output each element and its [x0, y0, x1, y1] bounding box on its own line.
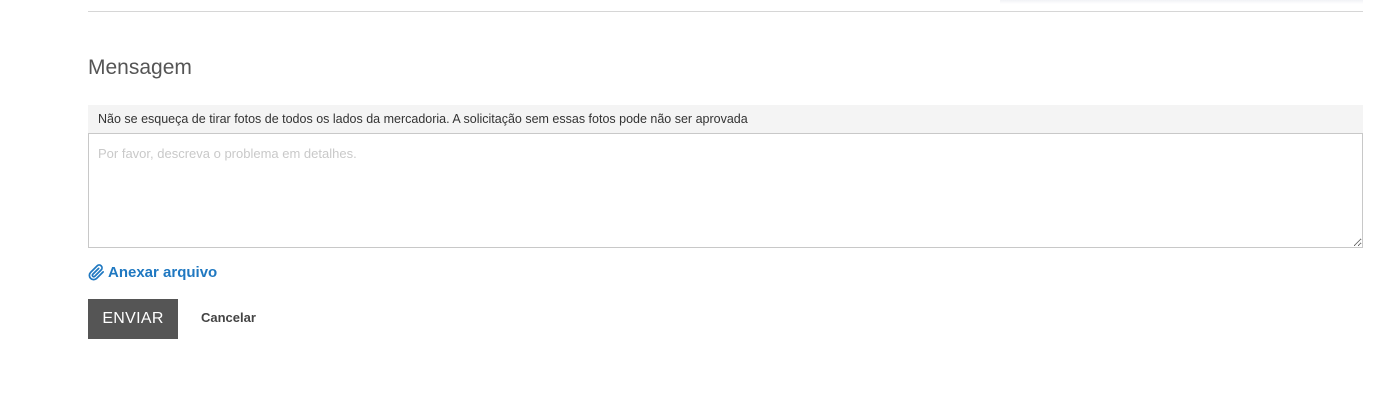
message-textarea[interactable]: [88, 133, 1363, 248]
attach-file-link[interactable]: Anexar arquivo: [88, 264, 217, 281]
message-form-page: Mensagem Não se esqueça de tirar fotos d…: [0, 0, 1381, 416]
paperclip-icon: [88, 264, 105, 281]
attach-file-label: Anexar arquivo: [108, 264, 218, 281]
cancel-link[interactable]: Cancelar: [201, 310, 256, 326]
send-button[interactable]: ENVIAR: [88, 299, 178, 339]
section-title: Mensagem: [88, 56, 192, 79]
photo-notice: Não se esqueça de tirar fotos de todos o…: [88, 105, 1363, 133]
top-panel-shadow: [1000, 0, 1363, 4]
top-divider: [88, 11, 1363, 12]
